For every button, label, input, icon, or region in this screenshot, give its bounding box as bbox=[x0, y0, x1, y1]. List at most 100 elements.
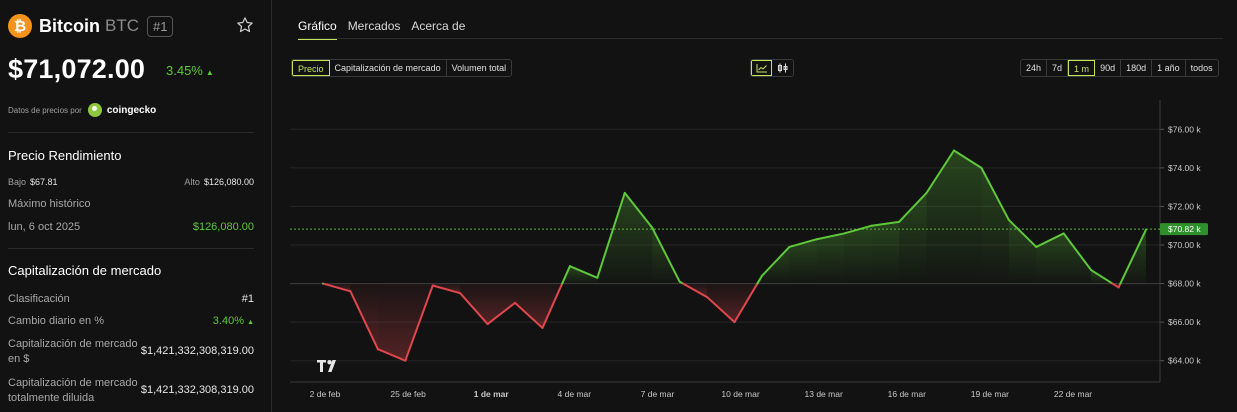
metric-price-button[interactable]: Precio bbox=[292, 60, 330, 76]
data-point bbox=[816, 238, 818, 241]
y-tick-label: $64.00 k bbox=[1168, 356, 1201, 366]
tradingview-logo-icon[interactable] bbox=[317, 360, 336, 372]
data-point bbox=[788, 246, 791, 248]
data-point bbox=[349, 290, 352, 293]
market-cap-title: Capitalización de mercado bbox=[8, 263, 162, 278]
low-value: $67.81 bbox=[30, 177, 58, 187]
data-point bbox=[1008, 219, 1010, 221]
area-down bbox=[707, 283, 735, 323]
data-point bbox=[1090, 269, 1092, 271]
tab-chart[interactable]: Gráfico bbox=[298, 19, 337, 40]
x-tick-label: 7 de mar bbox=[641, 389, 675, 399]
data-point bbox=[651, 226, 653, 229]
low-high-row: Bajo $67.81 Alto $126,080.00 bbox=[8, 177, 254, 187]
fdv-value: $1,421,332,308,319.00 bbox=[140, 384, 254, 396]
ath-date: lun, 6 oct 2025 bbox=[8, 221, 81, 233]
current-price-marker: $70.82 k bbox=[290, 223, 1208, 236]
area-up bbox=[816, 233, 845, 284]
price-source: Datos de precios por coingecko bbox=[8, 103, 156, 117]
ath-value: $126,080.00 bbox=[192, 221, 254, 233]
low-label: Bajo bbox=[8, 177, 27, 187]
area-up bbox=[844, 225, 872, 284]
data-point bbox=[898, 221, 900, 223]
data-point bbox=[1062, 232, 1065, 235]
x-tick-label: 10 de mar bbox=[721, 389, 759, 399]
data-point bbox=[925, 192, 928, 194]
rank-label: Clasificación bbox=[8, 293, 70, 305]
market-cap-usd-value: $1,421,332,308,319.00 bbox=[140, 345, 254, 357]
price-chart[interactable]: 2 de feb 25 de feb 1 de mar 4 de mar 7 de ma… bbox=[290, 100, 1225, 405]
y-tick-label: $72.00 k bbox=[1168, 201, 1201, 211]
x-tick-label: 25 de feb bbox=[390, 389, 426, 399]
x-tick-label: 2 de feb bbox=[310, 389, 341, 399]
x-tick-label: 19 de mar bbox=[971, 389, 1009, 399]
ath-label: Máximo histórico bbox=[8, 198, 91, 210]
metric-toggle: Precio Capitalización de mercado Volumen… bbox=[291, 59, 513, 77]
data-point bbox=[541, 327, 544, 329]
market-cap-usd-label: Capitalización de mercado en $ bbox=[8, 338, 138, 365]
area-down bbox=[487, 283, 516, 325]
tabs-divider bbox=[298, 38, 1223, 39]
data-point bbox=[377, 348, 379, 350]
source-name[interactable]: coingecko bbox=[107, 105, 156, 116]
y-tick-label: $70.00 k bbox=[1168, 240, 1201, 250]
area-up bbox=[953, 150, 982, 284]
bitcoin-logo-icon: ₿ bbox=[8, 14, 32, 38]
range-24h-button[interactable]: 24h bbox=[1021, 60, 1048, 76]
rank-row: Clasificación #1 bbox=[8, 293, 254, 305]
data-point bbox=[706, 296, 708, 298]
data-point bbox=[1117, 286, 1120, 289]
coin-symbol: BTC bbox=[105, 16, 139, 35]
data-point bbox=[596, 276, 599, 279]
coin-name: Bitcoin bbox=[39, 15, 100, 36]
candlestick-button[interactable] bbox=[772, 60, 793, 76]
divider bbox=[8, 132, 254, 133]
x-tick-label: 16 de mar bbox=[888, 389, 926, 399]
metric-volume-button[interactable]: Volumen total bbox=[447, 60, 512, 76]
range-all-button[interactable]: todos bbox=[1186, 60, 1218, 76]
range-toggle: 24h 7d 1 m 90d 180d 1 año todos bbox=[1020, 59, 1219, 77]
main-tabs: Gráfico Mercados Acerca de bbox=[298, 19, 476, 40]
metric-market-cap-button[interactable]: Capitalización de mercado bbox=[330, 60, 447, 76]
data-point bbox=[431, 284, 434, 287]
divider bbox=[8, 248, 254, 249]
current-price: $71,072.00 bbox=[8, 54, 146, 84]
range-1y-button[interactable]: 1 año bbox=[1152, 60, 1186, 76]
area-up bbox=[871, 221, 900, 284]
data-point bbox=[1035, 246, 1038, 248]
data-point bbox=[322, 282, 324, 285]
chart-area-fill bbox=[323, 150, 1146, 361]
line-chart-icon bbox=[756, 64, 767, 73]
tab-about[interactable]: Acerca de bbox=[411, 19, 465, 40]
coingecko-logo-icon bbox=[87, 103, 102, 117]
x-tick-label: 22 de mar bbox=[1054, 389, 1092, 399]
coin-info-panel: ₿ Bitcoin BTC #1 $71,072.00 3.45% ▲ Datos… bbox=[0, 0, 272, 412]
area-down bbox=[377, 283, 406, 361]
area-up bbox=[981, 167, 1009, 284]
candlestick-icon bbox=[777, 63, 787, 73]
line-chart-button[interactable] bbox=[751, 60, 772, 76]
data-point bbox=[569, 265, 571, 268]
x-tick-label: 13 de mar bbox=[805, 389, 843, 399]
price-change-value: 3.45% bbox=[166, 63, 203, 78]
range-90d-button[interactable]: 90d bbox=[1095, 60, 1122, 76]
range-7d-button[interactable]: 7d bbox=[1047, 60, 1069, 76]
data-point bbox=[486, 323, 489, 325]
coin-header: ₿ Bitcoin BTC #1 bbox=[8, 14, 174, 38]
current-price-label: $70.82 k bbox=[1168, 224, 1201, 234]
data-point bbox=[761, 275, 763, 277]
y-tick-label: $66.00 k bbox=[1168, 317, 1201, 327]
data-point bbox=[843, 232, 846, 235]
tab-markets[interactable]: Mercados bbox=[348, 19, 401, 40]
daily-change-value: 3.40% ▲ bbox=[213, 315, 254, 327]
price-change: 3.45% ▲ bbox=[166, 63, 214, 78]
star-icon[interactable] bbox=[236, 16, 254, 34]
source-label: Datos de precios por bbox=[8, 105, 82, 115]
high-value: $126,080.00 bbox=[203, 177, 254, 187]
fdv-row: Capitalización de mercado totalmente dil… bbox=[8, 376, 254, 406]
range-180d-button[interactable]: 180d bbox=[1121, 60, 1153, 76]
data-point bbox=[459, 292, 461, 295]
range-1m-button[interactable]: 1 m bbox=[1068, 60, 1096, 76]
data-point bbox=[953, 149, 955, 152]
market-cap-usd-row: Capitalización de mercado en $ $1,421,33… bbox=[8, 337, 254, 367]
